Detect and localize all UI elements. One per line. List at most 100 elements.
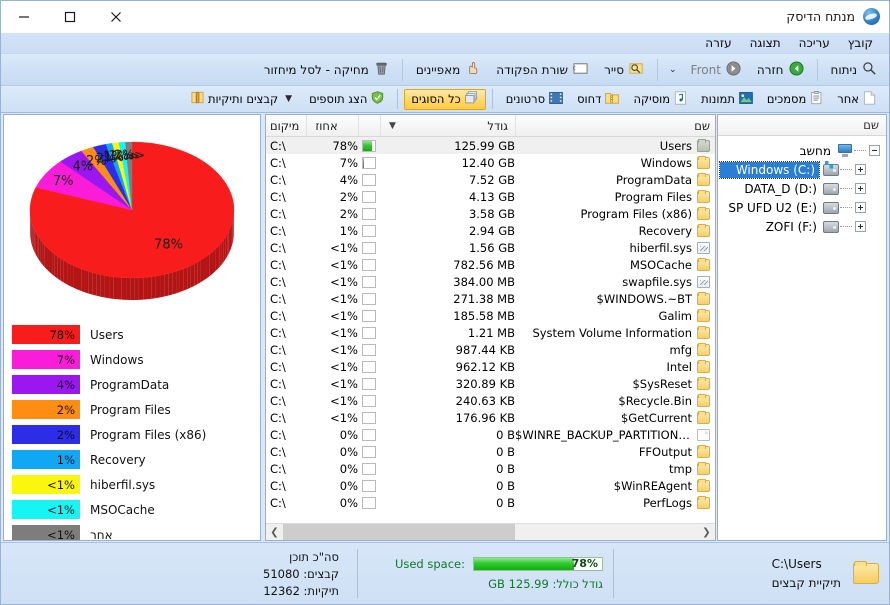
- toolbar-button-delete-to-recycle-bin[interactable]: מחיקה - לסל מיחזור: [256, 57, 397, 83]
- table-row[interactable]: Windows 12.40 GB 7% C:\: [266, 154, 715, 171]
- filter-music[interactable]: מוסיקה: [626, 89, 694, 110]
- cell-usage-bar: [358, 173, 380, 186]
- cell-size: 1.21 MB: [467, 325, 515, 340]
- cell-location: C:\: [270, 342, 286, 357]
- filter-videos[interactable]: סרטונים: [499, 89, 570, 110]
- table-row[interactable]: $WINRE_BACKUP_PARTITION.M… 0 B 0% C:\: [266, 426, 715, 443]
- toolbar-button-explorer[interactable]: סייר: [596, 57, 652, 83]
- legend-item[interactable]: 4% ProgramData: [12, 372, 252, 397]
- usage-progress-bar: [362, 207, 376, 220]
- legend-item[interactable]: 78% Users: [12, 322, 252, 347]
- menu-item-view[interactable]: תצוגה: [741, 34, 790, 52]
- column-header-bar[interactable]: [358, 115, 380, 136]
- table-row[interactable]: mfg 987.44 KB <1% C:\: [266, 341, 715, 358]
- scroll-track[interactable]: [283, 524, 698, 540]
- toolbar-button-analyze[interactable]: ניתוח: [823, 57, 885, 83]
- table-row[interactable]: MSOCache 782.56 MB <1% C:\: [266, 256, 715, 273]
- expander-plus-icon[interactable]: [855, 221, 866, 232]
- scroll-right-arrow-icon[interactable]: ❯: [698, 524, 715, 540]
- scroll-thumb[interactable]: [283, 524, 516, 540]
- legend-item[interactable]: 2% Program Files: [12, 397, 252, 422]
- filter-show-addons[interactable]: הצג תוספים: [302, 89, 391, 110]
- tree-node-sp-ufd-u2-e[interactable]: SP UFD U2 (E:): [718, 198, 886, 217]
- legend-item[interactable]: 7% Windows: [12, 347, 252, 372]
- cell-location: C:\: [270, 308, 286, 323]
- file-list-horizontal-scrollbar[interactable]: ❮ ❯: [266, 523, 715, 540]
- table-row[interactable]: Program Files 4.13 GB 2% C:\: [266, 188, 715, 205]
- toolbar-button-properties[interactable]: מאפיינים: [408, 57, 488, 83]
- cell-usage-bar: [358, 241, 380, 254]
- filter-compressed[interactable]: דחוס: [570, 89, 626, 110]
- expander-plus-icon[interactable]: [855, 202, 866, 213]
- table-row[interactable]: swapfile.sys 384.00 MB <1% C:\: [266, 273, 715, 290]
- table-row[interactable]: hiberfil.sys 1.56 GB <1% C:\: [266, 239, 715, 256]
- cell-usage-bar: [358, 462, 380, 475]
- column-header-percent[interactable]: אחוז: [306, 115, 358, 136]
- table-row[interactable]: $SysReset 320.89 KB <1% C:\: [266, 375, 715, 392]
- cell-name: tmp: [515, 461, 715, 476]
- legend-item[interactable]: <1% MSOCache: [12, 497, 252, 522]
- legend-item[interactable]: <1% hiberfil.sys: [12, 472, 252, 497]
- table-row[interactable]: PerfLogs 0 B 0% C:\: [266, 494, 715, 511]
- toolbar-button-command-prompt[interactable]: C:\ שורת הפקודה: [488, 57, 596, 83]
- cell-location: C:\: [270, 495, 286, 510]
- column-header-name[interactable]: שם: [515, 115, 715, 136]
- usage-progress-bar: [362, 479, 376, 492]
- table-row[interactable]: $WINDOWS.~BT 271.38 MB <1% C:\: [266, 290, 715, 307]
- tree-node-data-d[interactable]: DATA_D (D:): [718, 179, 886, 198]
- cell-name: swapfile.sys: [515, 275, 715, 289]
- menu-item-file[interactable]: קובץ: [839, 34, 882, 52]
- status-used-space: Used space: 78% גודל כולל: 125.99 GB: [358, 543, 613, 604]
- column-header-size[interactable]: ▼ גודל: [380, 115, 515, 136]
- table-row[interactable]: FFOutput 0 B 0% C:\: [266, 443, 715, 460]
- table-row[interactable]: $GetCurrent 176.96 KB <1% C:\: [266, 409, 715, 426]
- chevron-down-icon-filter[interactable]: ▼: [282, 94, 295, 104]
- table-row[interactable]: Intel 962.12 KB <1% C:\: [266, 358, 715, 375]
- table-row[interactable]: Program Files (x86) 3.58 GB 2% C:\: [266, 205, 715, 222]
- cell-location: C:\: [270, 274, 286, 289]
- table-row[interactable]: $Recycle.Bin 240.63 KB <1% C:\: [266, 392, 715, 409]
- table-row[interactable]: Users 125.99 GB 78% C:\: [266, 137, 715, 154]
- pie-slice-side: [34, 229, 36, 254]
- chevron-down-icon[interactable]: ⌄: [663, 65, 683, 75]
- cell-name: $WinREAgent: [515, 478, 715, 493]
- tree-node-zofi-f[interactable]: ZOFI (F:): [718, 217, 886, 236]
- table-row[interactable]: Recovery 2.94 GB 1% C:\: [266, 222, 715, 239]
- expander-minus-icon[interactable]: [869, 145, 880, 156]
- tree-connector: [840, 207, 852, 208]
- maximize-button[interactable]: [47, 1, 93, 33]
- expander-plus-icon[interactable]: [855, 183, 866, 194]
- close-button[interactable]: [93, 1, 139, 33]
- expander-plus-icon[interactable]: [855, 164, 866, 175]
- cell-percent: 2%: [339, 189, 358, 204]
- usage-progress-bar: [362, 292, 376, 305]
- filter-files-and-folders[interactable]: ▼ קבצים ותיקיות: [184, 89, 302, 110]
- column-header-location[interactable]: מיקום: [266, 115, 306, 136]
- table-row[interactable]: ProgramData 7.52 GB 4% C:\: [266, 171, 715, 188]
- pie-slice-side: [217, 244, 220, 269]
- filter-documents[interactable]: מסמכים: [760, 89, 830, 110]
- menu-item-edit[interactable]: עריכה: [790, 34, 839, 52]
- usage-progress-bar: [362, 445, 376, 458]
- table-row[interactable]: tmp 0 B 0% C:\: [266, 460, 715, 477]
- table-row[interactable]: System Volume Information 1.21 MB <1% C:\: [266, 324, 715, 341]
- filter-all-types[interactable]: כל הסוגים: [404, 88, 486, 110]
- legend-item[interactable]: <1% אחר: [12, 522, 252, 540]
- status-separator-1: [613, 549, 614, 598]
- table-row[interactable]: $WinREAgent 0 B 0% C:\: [266, 477, 715, 494]
- usage-progress-bar: [362, 139, 376, 152]
- toolbar-button-back[interactable]: חזרה: [749, 57, 812, 83]
- legend-label: ProgramData: [90, 377, 170, 392]
- legend-item[interactable]: 1% Recovery: [12, 447, 252, 472]
- filter-pictures[interactable]: תמונות: [694, 89, 760, 110]
- table-row[interactable]: Galim 185.58 MB <1% C:\: [266, 307, 715, 324]
- menu-item-help[interactable]: עזרה: [696, 34, 740, 52]
- filter-other[interactable]: אחר: [830, 89, 883, 110]
- pie-slice-side: [194, 261, 198, 286]
- toolbar-button-front[interactable]: Front: [683, 57, 749, 83]
- tree-node-windows-c[interactable]: Windows (C:): [718, 160, 886, 179]
- minimize-button[interactable]: [1, 1, 47, 33]
- tree-node-computer[interactable]: מחשב: [718, 141, 886, 160]
- scroll-left-arrow-icon[interactable]: ❮: [266, 524, 283, 540]
- legend-item[interactable]: 2% Program Files (x86): [12, 422, 252, 447]
